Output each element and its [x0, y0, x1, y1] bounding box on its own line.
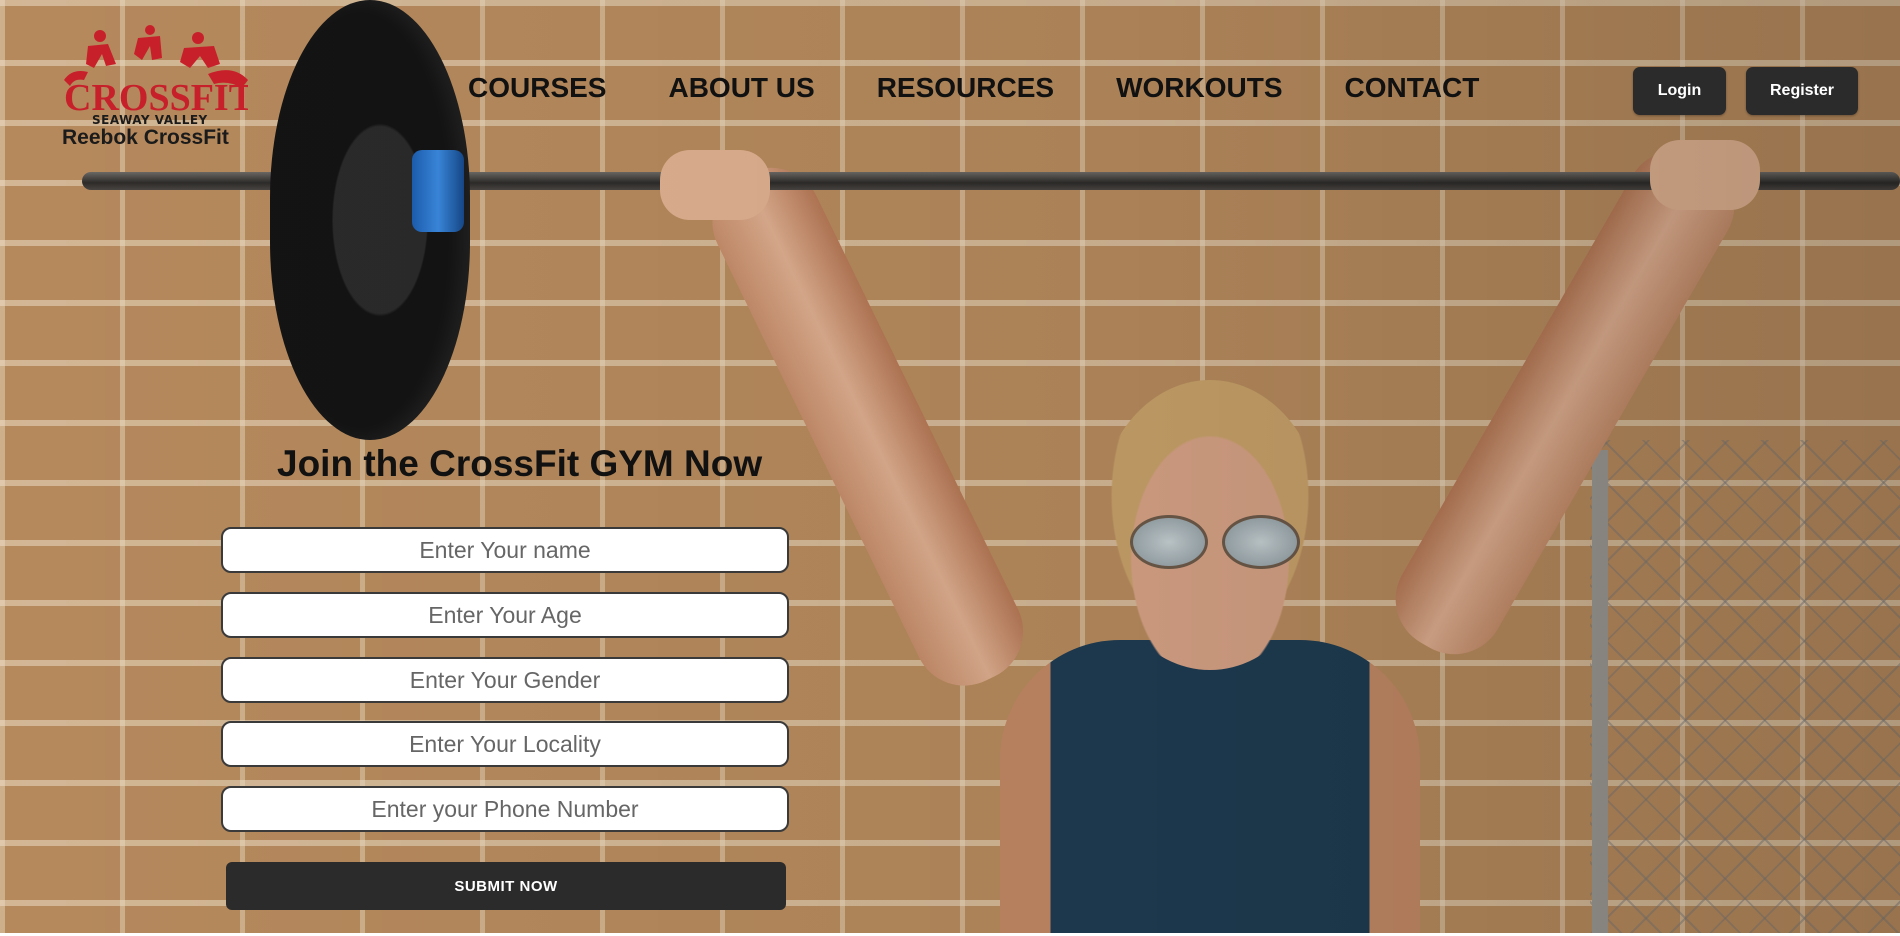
locality-field[interactable]: Enter Your Locality: [221, 721, 789, 767]
nav-resources[interactable]: RESOURCES: [877, 72, 1054, 104]
svg-text:CROSSFIT: CROSSFIT: [64, 77, 248, 116]
nav-workouts[interactable]: WORKOUTS: [1116, 72, 1282, 104]
nav-about-us[interactable]: ABOUT US: [668, 72, 814, 104]
logo-subtitle: SEAWAY VALLEY: [92, 113, 208, 127]
crossfit-logo-icon: CROSSFIT: [64, 25, 248, 116]
gender-field[interactable]: Enter Your Gender: [221, 657, 789, 703]
register-button[interactable]: Register: [1746, 67, 1858, 115]
submit-button[interactable]: SUBMIT NOW: [226, 862, 786, 910]
site-logo[interactable]: CROSSFIT SEAWAY VALLEY Reebok CrossFit: [58, 24, 248, 154]
login-button[interactable]: Login: [1633, 67, 1726, 115]
nav-courses[interactable]: COURSES: [468, 72, 606, 104]
main-nav: COURSES ABOUT US RESOURCES WORKOUTS CONT…: [468, 72, 1479, 104]
name-field[interactable]: Enter Your name: [221, 527, 789, 573]
brand-name: Reebok CrossFit: [62, 126, 229, 149]
phone-field[interactable]: Enter your Phone Number: [221, 786, 789, 832]
nav-contact[interactable]: CONTACT: [1345, 72, 1480, 104]
form-title: Join the CrossFit GYM Now: [277, 443, 763, 484]
age-field[interactable]: Enter Your Age: [221, 592, 789, 638]
